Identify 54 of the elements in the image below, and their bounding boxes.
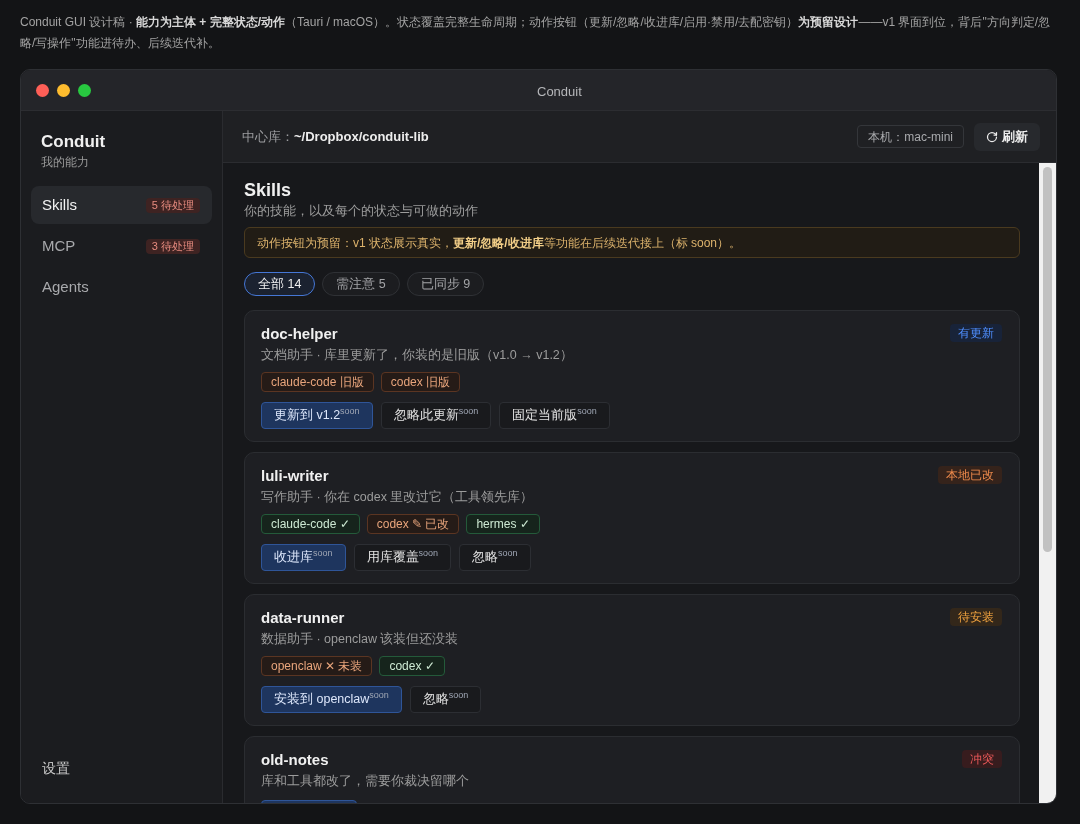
app-subtitle: 我的能力	[41, 154, 90, 170]
machine-chip: 本机：mac-mini	[857, 125, 964, 148]
page-subtitle: 你的技能，以及每个的状态与可做的动作	[244, 203, 479, 220]
sidebar-item-label: Agents	[42, 276, 89, 297]
skill-name: old-notes	[261, 750, 329, 770]
status-badge: 有更新	[950, 324, 1002, 342]
action-button[interactable]: 用库覆盖$^{soon}$	[353, 544, 452, 571]
skill-name: data-runner	[261, 608, 345, 628]
sidebar-item-label: Skills	[42, 194, 77, 215]
count-badge: 5 待处理	[145, 197, 200, 213]
action-button[interactable]: 忽略$^{soon}$	[459, 544, 531, 571]
action-button[interactable]: 忽略此更新$^{soon}$	[380, 402, 492, 429]
caption-text: Conduit GUI 设计稿 · 能力为主体 + 完整状态/动作（Tauri / macOS）。状态覆盖完整生命周期；动作按钮（更新/忽略/收进库/启用·禁用/去配密钥）为预留设计——v1 界面到位，背后"方向判定/忽略/写操作"功能进待办、后续迭代补。	[19, 14, 1051, 52]
refresh-icon	[986, 130, 998, 143]
tool-tag: claude-code 旧版	[261, 372, 374, 392]
sidebar-item[interactable]: Skills 5 待处理	[31, 186, 212, 224]
scrollbar-thumb[interactable]	[1043, 167, 1052, 552]
maximize-icon[interactable]	[78, 83, 91, 97]
skill-description: 写作助手 · 你在 codex 里改过它（工具领先库）	[261, 489, 535, 506]
library-path: 中心库：~/Dropbox/conduit-lib	[242, 127, 429, 146]
app-name: Conduit	[41, 131, 107, 153]
settings-link[interactable]: 设置	[31, 758, 212, 779]
sidebar-item[interactable]: MCP 3 待处理	[31, 227, 212, 265]
tool-tag: codex ✓	[379, 656, 445, 676]
skill-name: luli-writer	[261, 466, 329, 486]
tool-tag: codex 旧版	[380, 372, 461, 392]
tool-tag: hermes ✓	[466, 514, 540, 534]
filter-chip[interactable]: 已同步 9	[406, 272, 485, 296]
tool-tag: openclaw ✕ 未装	[261, 656, 373, 676]
skill-description: 文档助手 · 库里更新了，你装的是旧版（v1.0 → v1.2）	[261, 347, 574, 364]
tool-tag: codex ✎ 已改	[366, 514, 460, 534]
status-badge: 本地已改	[938, 466, 1002, 484]
action-button[interactable]: 收进库$^{soon}$	[261, 544, 346, 571]
skill-description: 库和工具都改了，需要你裁决留哪个	[261, 773, 470, 790]
page-title: Skills	[244, 179, 293, 201]
close-icon[interactable]	[36, 83, 49, 97]
action-button[interactable]: 固定当前版$^{soon}$	[499, 402, 610, 429]
action-button[interactable]: 忽略$^{soon}$	[409, 686, 482, 713]
sidebar-item[interactable]: Agents	[31, 268, 212, 306]
window-title: Conduit	[537, 83, 582, 101]
action-button[interactable]: 更新到 v1.2$^{soon}$	[261, 402, 373, 429]
status-badge: 冲突	[962, 750, 1002, 768]
tool-tag: claude-code ✓	[261, 514, 360, 534]
status-badge: 待安装	[950, 608, 1002, 626]
sidebar-item-label: MCP	[42, 235, 76, 256]
skill-name: doc-helper	[261, 324, 338, 344]
skill-description: 数据助手 · openclaw 该装但还没装	[261, 631, 460, 648]
count-badge: 3 待处理	[145, 238, 200, 254]
filter-chip[interactable]: 全部 14	[244, 272, 316, 296]
notice-text: 动作按钮为预留：v1 状态展示真实，更新/忽略/收进库等功能在后续迭代接上（标 soon）。	[257, 234, 742, 252]
action-button[interactable]: 安装到 openclaw$^{soon}$	[261, 686, 402, 713]
minimize-icon[interactable]	[57, 83, 70, 97]
refresh-button[interactable]: 刷新	[974, 122, 1040, 151]
filter-chip[interactable]: 需注意 5	[322, 272, 400, 296]
